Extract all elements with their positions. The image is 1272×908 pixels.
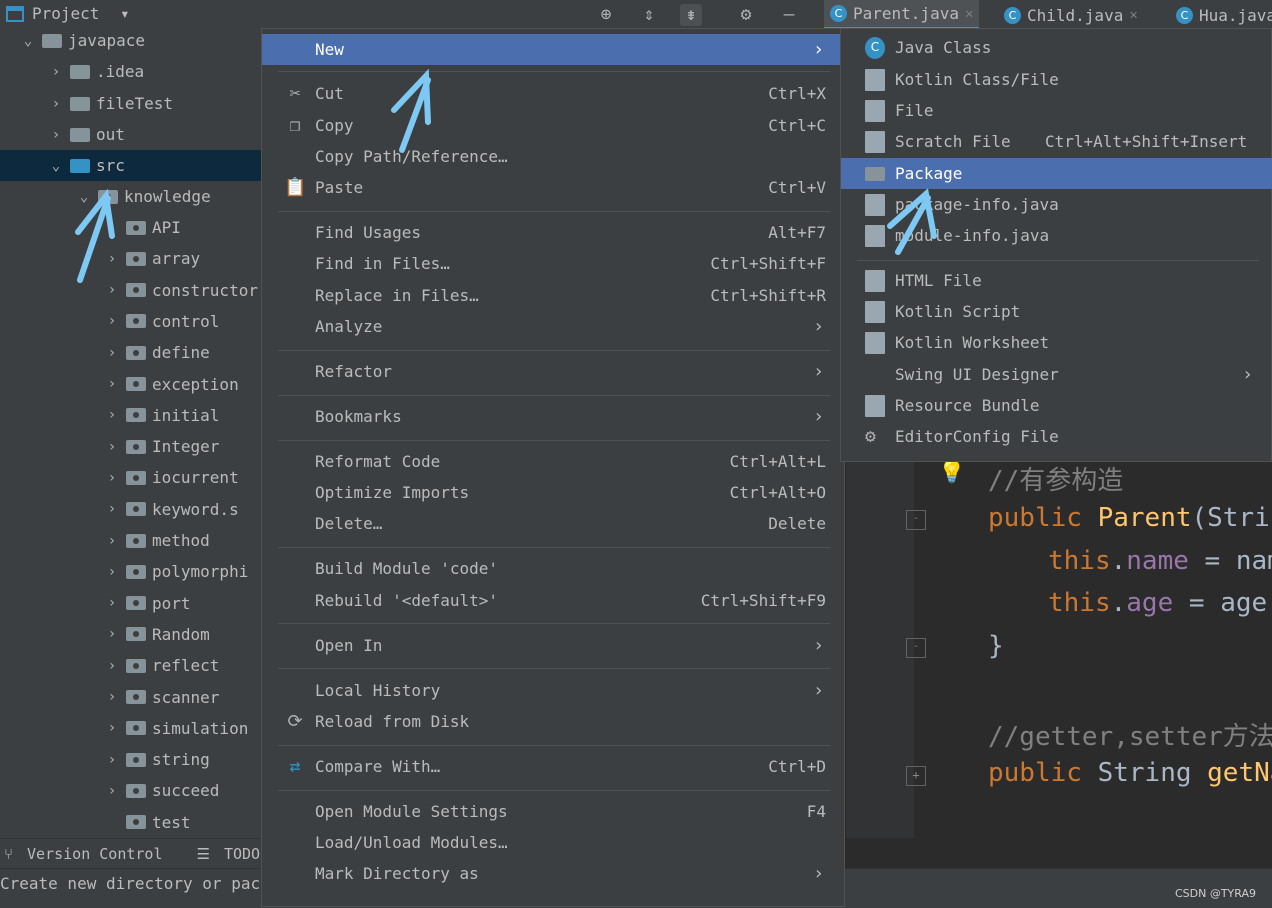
arrow-icon — [887, 188, 937, 255]
annotation-arrows — [75, 68, 937, 283]
arrow-icon — [391, 68, 431, 153]
arrow-icon — [75, 188, 115, 283]
